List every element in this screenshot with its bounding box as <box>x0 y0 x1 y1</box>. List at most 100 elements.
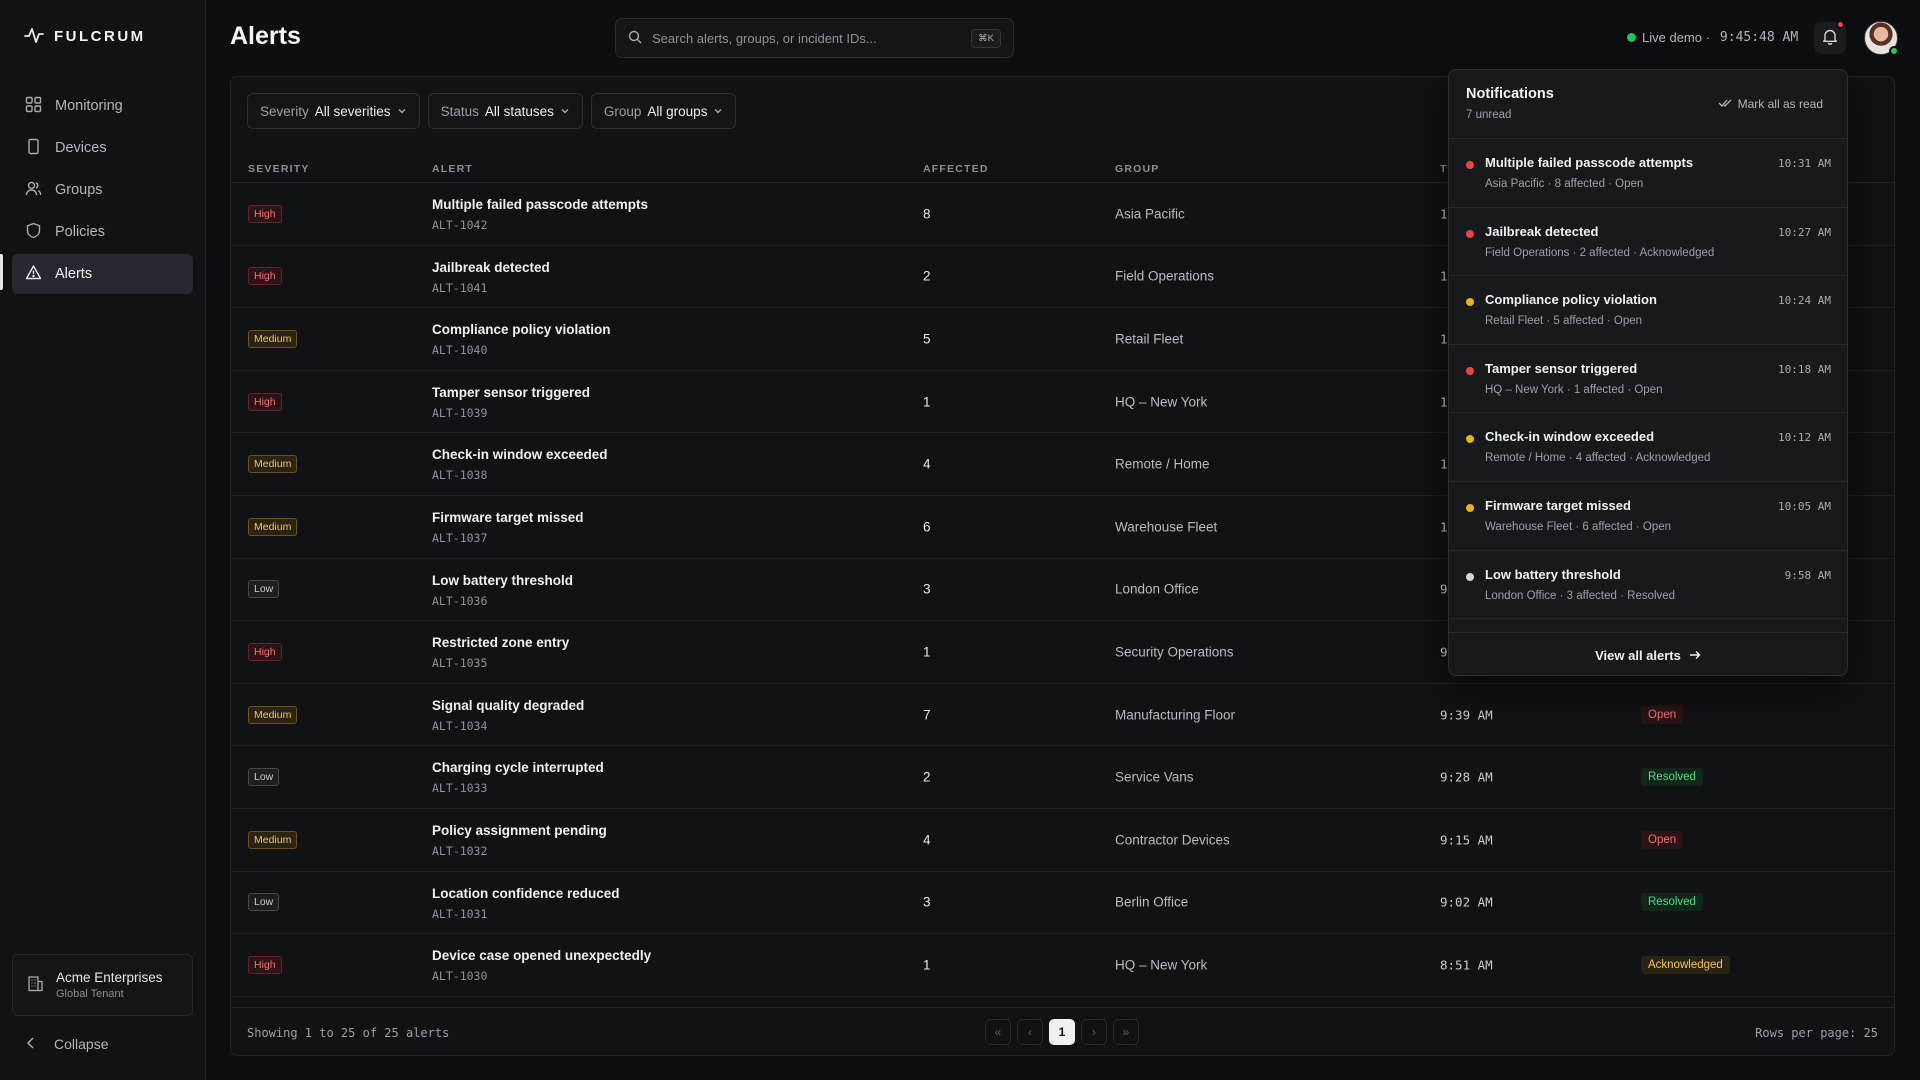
alert-time: 8:51 AM <box>1440 957 1493 973</box>
tenant-switcher[interactable]: Acme Enterprises Global Tenant <box>12 954 193 1016</box>
column-header-severity[interactable]: Severity <box>248 163 310 175</box>
alert-title[interactable]: Check-in window exceeded <box>432 447 608 462</box>
alert-id: ALT-1030 <box>432 969 488 984</box>
affected-count: 4 <box>923 456 931 472</box>
column-header-alert[interactable]: Alert <box>432 163 473 175</box>
sidebar-item-policies[interactable]: Policies <box>12 212 193 252</box>
mark-all-read-button[interactable]: Mark all as read <box>1718 97 1823 111</box>
live-status: Live demo · 9:45:48 AM <box>1627 30 1798 45</box>
alert-id: ALT-1037 <box>432 530 488 545</box>
group-name: Asia Pacific <box>1115 206 1185 222</box>
table-row[interactable]: High Device case opened unexpectedly ALT-1… <box>231 934 1894 997</box>
alert-title[interactable]: Tamper sensor triggered <box>432 385 590 400</box>
notification-item[interactable]: Jailbreak detected Field Operations · 2 a… <box>1449 208 1847 277</box>
table-row[interactable]: Medium Policy assignment pending ALT-1032 4… <box>231 809 1894 872</box>
first-page-button[interactable]: « <box>985 1019 1011 1045</box>
alert-title[interactable]: Location confidence reduced <box>432 886 620 901</box>
online-indicator <box>1889 46 1899 56</box>
group-name: Contractor Devices <box>1115 832 1230 848</box>
group-filter[interactable]: Group All groups <box>590 93 737 129</box>
filter-value: All statuses <box>484 103 554 119</box>
severity-filter[interactable]: Severity All severities <box>247 93 420 129</box>
alert-time: 1 <box>1440 394 1448 410</box>
status-badge: Resolved <box>1641 768 1703 787</box>
alert-title[interactable]: Compliance policy violation <box>432 322 611 337</box>
alert-title[interactable]: Low battery threshold <box>432 573 573 588</box>
alert-time: 9:15 AM <box>1440 832 1493 848</box>
unread-count: 7 unread <box>1466 109 1512 121</box>
alert-id: ALT-1035 <box>432 656 488 671</box>
sidebar-item-label: Policies <box>55 224 105 240</box>
notification-meta: HQ – New York · 1 affected · Open <box>1485 383 1663 396</box>
chevron-down-icon <box>713 104 723 119</box>
device-icon <box>25 138 42 159</box>
status-filter[interactable]: Status All statuses <box>427 93 583 129</box>
alert-title[interactable]: Firmware target missed <box>432 510 584 525</box>
tenant-name: Acme Enterprises <box>56 970 163 985</box>
column-header-time[interactable]: T <box>1440 163 1448 175</box>
column-header-affected[interactable]: Affected <box>923 163 989 175</box>
bell-icon <box>1822 28 1838 48</box>
mark-all-label: Mark all as read <box>1737 97 1823 111</box>
notification-item[interactable]: Firmware target missed Warehouse Fleet · … <box>1449 482 1847 551</box>
notification-time: 10:31 AM <box>1778 157 1831 170</box>
rows-per-page[interactable]: Rows per page: 25 <box>1755 1026 1878 1040</box>
view-all-alerts-button[interactable]: View all alerts <box>1449 632 1847 675</box>
brand-logo[interactable]: FULCRUM <box>24 26 146 47</box>
alert-title[interactable]: Multiple failed passcode attempts <box>432 197 648 212</box>
alert-id: ALT-1031 <box>432 906 488 921</box>
column-header-group[interactable]: Group <box>1115 163 1160 175</box>
severity-dot <box>1466 366 1474 375</box>
prev-page-button[interactable]: ‹ <box>1017 1019 1043 1045</box>
pulse-icon <box>24 26 44 47</box>
alert-title[interactable]: Signal quality degraded <box>432 698 584 713</box>
severity-badge: Low <box>248 893 280 912</box>
sidebar-item-alerts[interactable]: Alerts <box>12 254 193 294</box>
notifications-button[interactable] <box>1814 20 1846 54</box>
alert-title[interactable]: Restricted zone entry <box>432 635 569 650</box>
search-bar[interactable]: ⌘K <box>615 18 1014 58</box>
sidebar-item-groups[interactable]: Groups <box>12 170 193 210</box>
alert-title[interactable]: Device case opened unexpectedly <box>432 948 651 963</box>
unread-badge <box>1836 20 1845 29</box>
group-name: Berlin Office <box>1115 894 1189 910</box>
next-page-button[interactable]: › <box>1081 1019 1107 1045</box>
table-row[interactable]: Low Charging cycle interrupted ALT-1033 2 Se… <box>231 746 1894 809</box>
notification-time: 10:05 AM <box>1778 499 1831 513</box>
arrow-right-icon <box>1689 648 1701 663</box>
table-row[interactable]: Low Location confidence reduced ALT-1031 3 B… <box>231 872 1894 935</box>
affected-count: 6 <box>923 519 931 535</box>
alert-title[interactable]: Jailbreak detected <box>432 260 550 275</box>
alert-time: 1 <box>1440 268 1448 284</box>
notification-item[interactable]: Low battery threshold London Office · 3 a… <box>1449 551 1847 620</box>
live-indicator <box>1627 33 1636 42</box>
live-label: Live demo · <box>1642 30 1710 45</box>
alert-time: 1 <box>1440 206 1448 222</box>
affected-count: 1 <box>923 394 931 410</box>
sidebar-item-monitoring[interactable]: Monitoring <box>12 86 193 126</box>
severity-badge: Medium <box>248 517 298 536</box>
notification-meta: Warehouse Fleet · 6 affected · Open <box>1485 520 1672 533</box>
severity-badge: High <box>248 267 282 286</box>
notification-meta: Remote / Home · 4 affected · Acknowledge… <box>1485 452 1711 465</box>
last-page-button[interactable]: » <box>1113 1019 1139 1045</box>
page-button[interactable]: 1 <box>1049 1019 1075 1045</box>
table-row[interactable]: Medium Signal quality degraded ALT-1034 7 Ma… <box>231 684 1894 747</box>
notification-item[interactable]: Check-in window exceeded Remote / Home · … <box>1449 413 1847 482</box>
collapse-button[interactable]: Collapse <box>26 1036 108 1052</box>
notification-item[interactable]: Multiple failed passcode attempts Asia Pa… <box>1449 139 1847 208</box>
alert-title[interactable]: Policy assignment pending <box>432 823 607 838</box>
sidebar-item-devices[interactable]: Devices <box>12 128 193 168</box>
search-input[interactable] <box>652 30 962 46</box>
user-avatar[interactable] <box>1864 21 1899 56</box>
notification-item[interactable]: Tamper sensor triggered HQ – New York · 1… <box>1449 345 1847 414</box>
users-icon <box>25 180 42 201</box>
filter-value: All groups <box>647 103 708 119</box>
double-check-icon <box>1718 97 1732 111</box>
alert-time: 1 <box>1440 331 1448 347</box>
notifications-header: Notifications 7 unread Mark all as read <box>1449 70 1847 139</box>
notification-item[interactable]: Compliance policy violation Retail Fleet … <box>1449 276 1847 345</box>
notification-title: Jailbreak detected <box>1485 223 1599 239</box>
alert-id: ALT-1042 <box>432 218 488 232</box>
alert-title[interactable]: Charging cycle interrupted <box>432 760 604 775</box>
